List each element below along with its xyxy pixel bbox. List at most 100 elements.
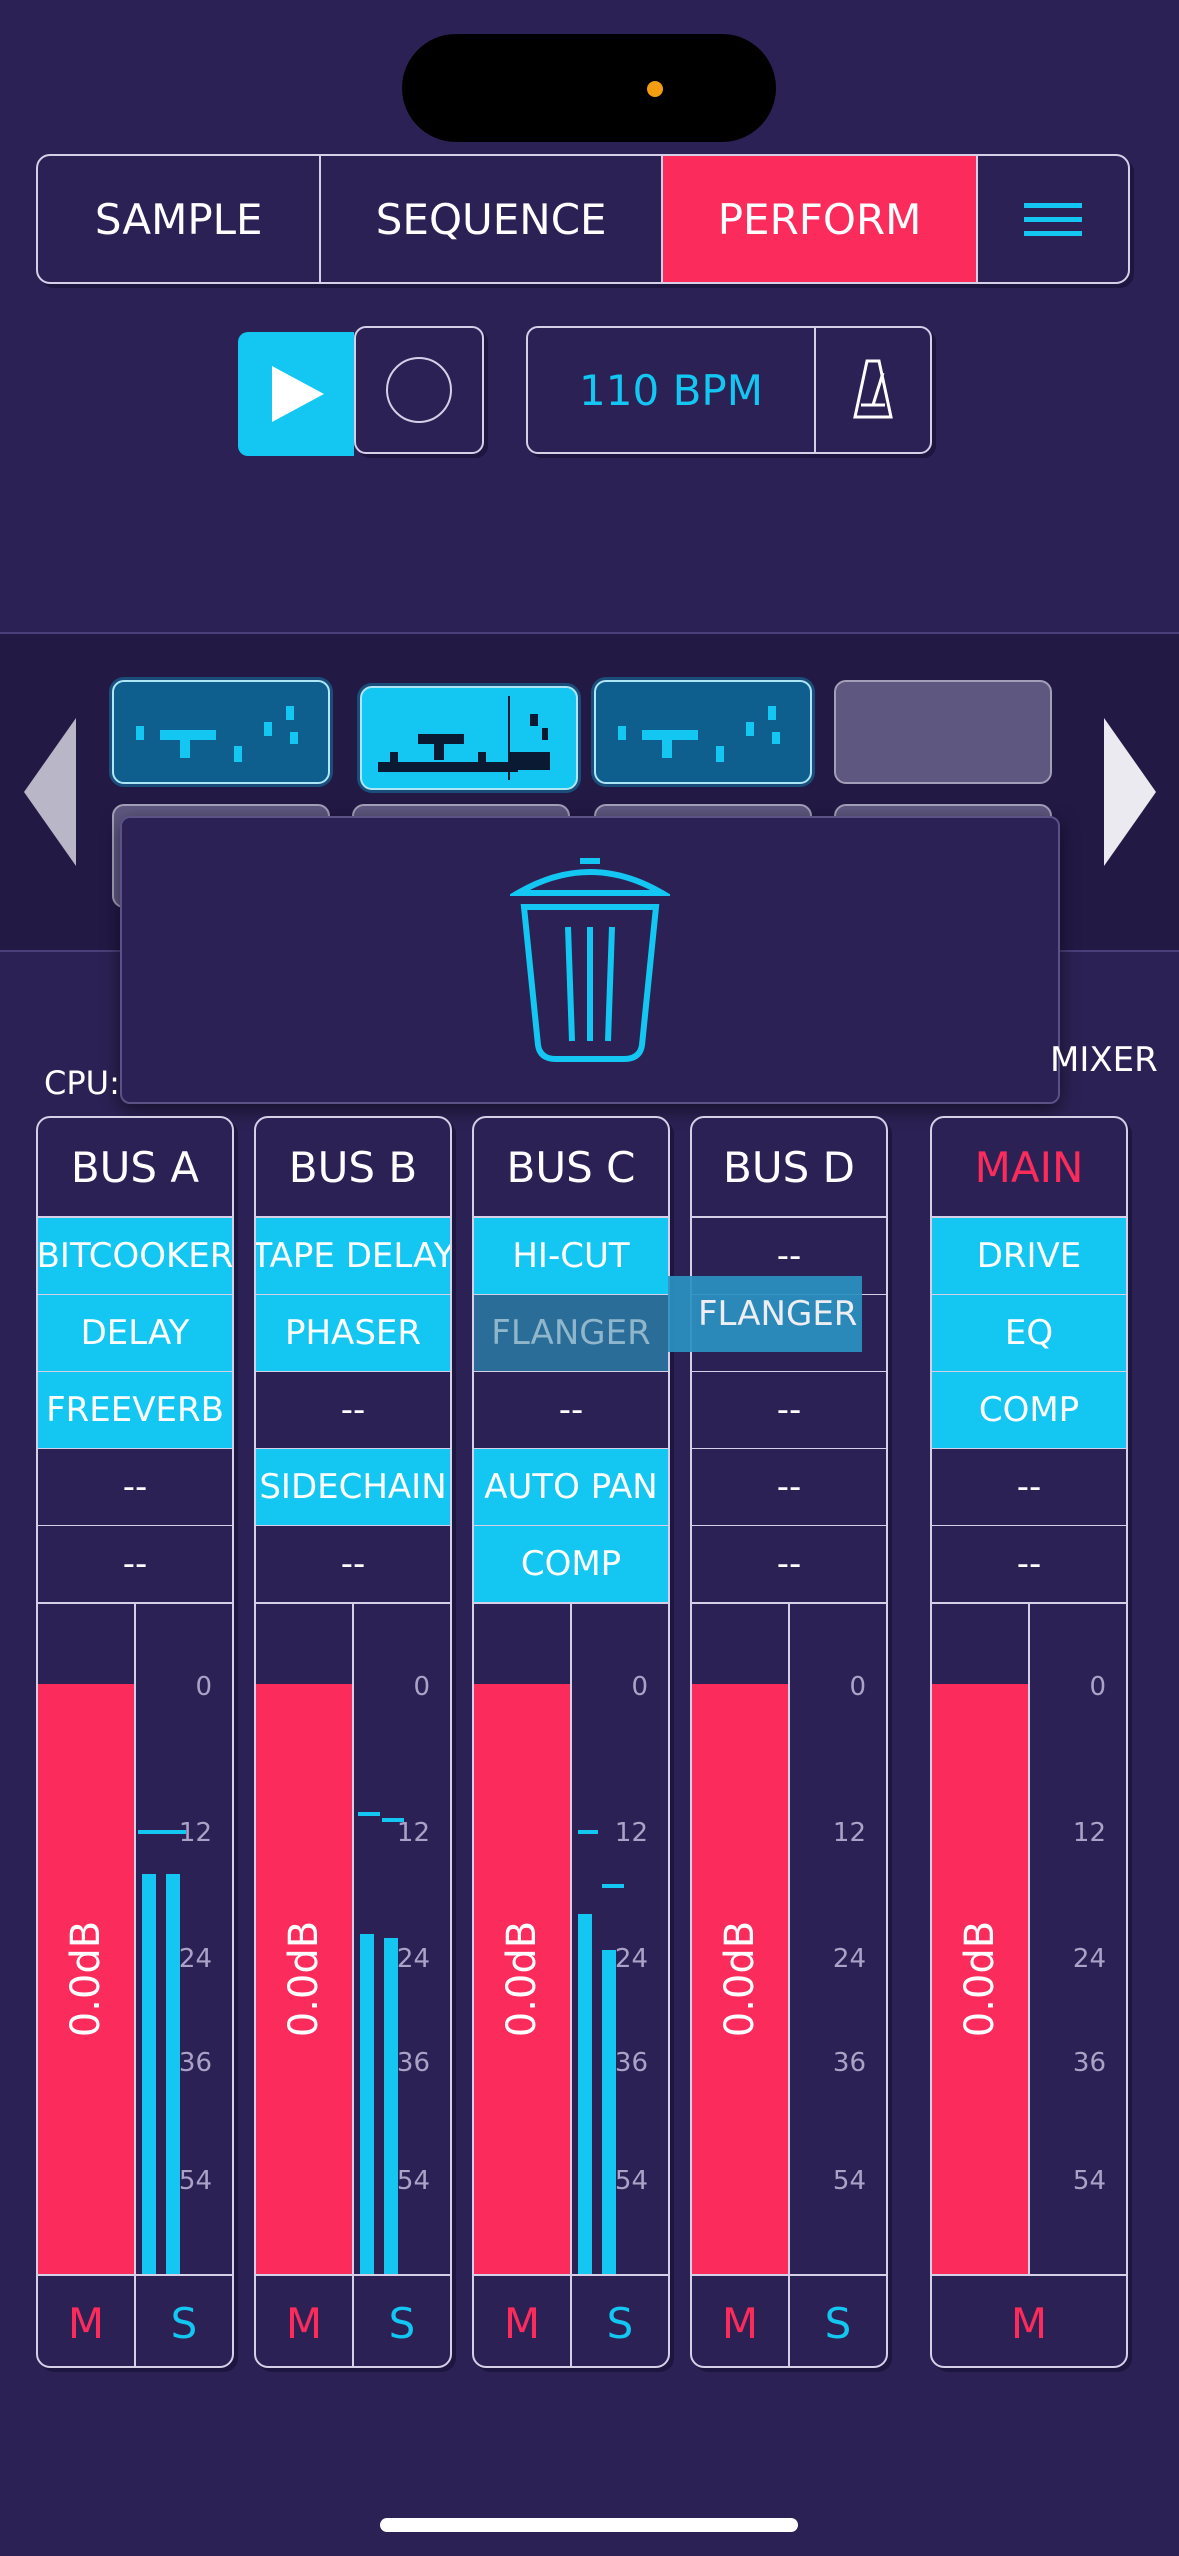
meter-bar-left	[360, 1934, 374, 2274]
home-indicator[interactable]	[380, 2518, 798, 2532]
fx-slot[interactable]: --	[256, 1526, 450, 1603]
fx-slot[interactable]: DRIVE	[932, 1218, 1126, 1295]
peak-hold	[602, 1884, 624, 1888]
solo-button[interactable]: S	[136, 2276, 232, 2366]
solo-button[interactable]: S	[572, 2276, 668, 2366]
bus-name: BUS A	[38, 1118, 232, 1218]
volume-fader[interactable]: 0.0dB	[932, 1684, 1028, 2274]
fx-slot[interactable]: TAPE DELAY	[256, 1218, 450, 1295]
volume-fader[interactable]: 0.0dB	[474, 1684, 570, 2274]
fx-slot[interactable]: FREEVERB	[38, 1372, 232, 1449]
play-icon	[272, 366, 324, 422]
meter-tick: 24	[1072, 1944, 1106, 1974]
chevron-right-icon[interactable]	[1104, 718, 1156, 866]
tab-sample[interactable]: SAMPLE	[38, 156, 322, 282]
fx-slot[interactable]: --	[38, 1526, 232, 1603]
record-icon	[386, 357, 452, 423]
record-button[interactable]	[354, 326, 484, 454]
meter-tick: 24	[832, 1944, 866, 1974]
meter-tick: 0	[195, 1672, 212, 1702]
volume-fader[interactable]: 0.0dB	[38, 1684, 134, 2274]
solo-button[interactable]: S	[790, 2276, 886, 2366]
meter-tick: 24	[178, 1944, 212, 1974]
level-meter: 0.0dB 0 12 24 36 54	[692, 1603, 886, 2274]
peak-hold	[578, 1830, 598, 1834]
volume-fader[interactable]: 0.0dB	[256, 1684, 352, 2274]
play-button[interactable]	[238, 332, 354, 456]
fx-slot[interactable]: --	[474, 1372, 668, 1449]
fx-slot[interactable]: --	[932, 1526, 1126, 1603]
mute-button[interactable]: M	[38, 2276, 136, 2366]
level-meter: 0.0dB 0 12 24 36 54	[474, 1603, 668, 2274]
fx-slot[interactable]: EQ	[932, 1295, 1126, 1372]
tab-perform[interactable]: PERFORM	[662, 156, 979, 282]
trash-icon	[510, 858, 670, 1062]
metronome-icon	[853, 359, 893, 419]
fx-slot[interactable]: --	[256, 1372, 450, 1449]
meter-tick: 12	[1072, 1818, 1106, 1848]
meter-tick: 54	[832, 2166, 866, 2196]
mute-button[interactable]: M	[692, 2276, 790, 2366]
meter-tick: 0	[413, 1672, 430, 1702]
meter-tick: 36	[832, 2048, 866, 2078]
meter-bar-right	[166, 1874, 180, 2274]
meter-bar-right	[602, 1950, 616, 2274]
fx-slot[interactable]: COMP	[474, 1526, 668, 1603]
meter-tick: 24	[396, 1944, 430, 1974]
meter-tick: 24	[614, 1944, 648, 1974]
main-bus-strip: MAIN DRIVE EQ COMP -- -- 0.0dB 0 12 24 3…	[930, 1116, 1128, 2368]
bus-c-strip: BUS C HI-CUT FLANGER -- AUTO PAN COMP 0.…	[472, 1116, 670, 2368]
solo-button[interactable]: S	[354, 2276, 450, 2366]
fx-slot-dragging[interactable]: FLANGER	[474, 1295, 668, 1372]
fx-slot[interactable]: PHASER	[256, 1295, 450, 1372]
bus-name: BUS B	[256, 1118, 450, 1218]
pattern-slot-3[interactable]	[594, 680, 812, 784]
fx-slot[interactable]: COMP	[932, 1372, 1126, 1449]
mute-button[interactable]: M	[932, 2276, 1126, 2366]
tempo-control: 110 BPM	[526, 326, 932, 454]
top-nav: SAMPLE SEQUENCE PERFORM	[36, 154, 1130, 284]
mixer-label: MIXER	[1050, 1040, 1158, 1080]
fx-slot[interactable]: DELAY	[38, 1295, 232, 1372]
dragged-fx-chip[interactable]: FLANGER	[668, 1276, 862, 1352]
meter-tick: 12	[396, 1818, 430, 1848]
tab-sequence[interactable]: SEQUENCE	[321, 156, 663, 282]
fx-slot[interactable]: --	[692, 1526, 886, 1603]
fx-slot[interactable]: --	[38, 1449, 232, 1526]
meter-tick: 0	[849, 1672, 866, 1702]
fx-slot[interactable]: --	[692, 1372, 886, 1449]
fx-slot[interactable]: SIDECHAIN	[256, 1449, 450, 1526]
trash-drop-zone[interactable]	[120, 816, 1060, 1104]
hamburger-menu-icon	[1024, 194, 1083, 245]
chevron-left-icon[interactable]	[24, 718, 76, 866]
fx-slot[interactable]: --	[692, 1449, 886, 1526]
peak-hold	[138, 1830, 186, 1834]
fx-slot[interactable]: AUTO PAN	[474, 1449, 668, 1526]
bus-name: BUS D	[692, 1118, 886, 1218]
dynamic-island	[402, 34, 776, 142]
level-meter: 0.0dB 0 12 24 36 54	[932, 1603, 1126, 2274]
cpu-label: CPU:	[44, 1064, 120, 1102]
pattern-slot-1[interactable]	[112, 680, 330, 784]
metronome-button[interactable]	[816, 328, 930, 452]
meter-tick: 36	[614, 2048, 648, 2078]
menu-button[interactable]	[978, 156, 1128, 282]
level-meter: 0.0dB 0 12 24 36 54	[38, 1603, 232, 2274]
meter-bar-right	[384, 1938, 398, 2274]
pattern-slot-2[interactable]	[360, 686, 578, 790]
meter-tick: 54	[1072, 2166, 1106, 2196]
meter-tick: 0	[631, 1672, 648, 1702]
meter-tick: 54	[614, 2166, 648, 2196]
fx-slot[interactable]: --	[932, 1449, 1126, 1526]
fx-slot[interactable]: BITCOOKER	[38, 1218, 232, 1295]
peak-hold	[382, 1818, 404, 1822]
peak-hold	[358, 1812, 380, 1816]
volume-fader[interactable]: 0.0dB	[692, 1684, 788, 2274]
fx-slot[interactable]: HI-CUT	[474, 1218, 668, 1295]
meter-tick: 54	[396, 2166, 430, 2196]
level-meter: 0.0dB 0 12 24 36 54	[256, 1603, 450, 2274]
mute-button[interactable]: M	[256, 2276, 354, 2366]
mute-button[interactable]: M	[474, 2276, 572, 2366]
pattern-slot-4[interactable]	[834, 680, 1052, 784]
bpm-button[interactable]: 110 BPM	[528, 328, 816, 452]
